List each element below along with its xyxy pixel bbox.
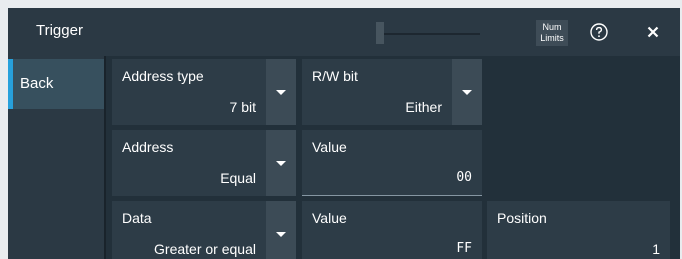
rw-bit-value: Either: [405, 99, 442, 115]
data-value-input[interactable]: Value FF: [302, 201, 482, 259]
address-value-text: 00: [456, 170, 472, 185]
position-value: 1: [652, 241, 660, 257]
address-type-value: 7 bit: [229, 99, 256, 115]
address-value-underline: [302, 195, 482, 196]
address-type-dropdown-button[interactable]: [266, 59, 296, 125]
address-type-field[interactable]: Address type 7 bit: [112, 59, 266, 125]
num-limits-button[interactable]: Num Limits: [536, 20, 568, 46]
address-field[interactable]: Address Equal: [112, 130, 266, 196]
sidebar-divider: [104, 56, 106, 259]
rw-bit-field[interactable]: R/W bit Either: [302, 59, 452, 125]
back-button-label: Back: [20, 75, 54, 92]
position-input[interactable]: Position 1: [487, 201, 670, 259]
dialog-header: Trigger Num Limits: [8, 8, 680, 56]
data-value-text: FF: [456, 241, 472, 256]
data-field[interactable]: Data Greater or equal: [112, 201, 266, 259]
address-dropdown-button[interactable]: [266, 130, 296, 196]
rw-bit-label: R/W bit: [312, 68, 358, 84]
data-dropdown-button[interactable]: [266, 201, 296, 259]
num-limits-line1: Num: [542, 22, 562, 32]
dialog-title: Trigger: [36, 22, 83, 39]
back-button[interactable]: Back: [8, 59, 104, 109]
data-label: Data: [122, 210, 152, 226]
data-value: Greater or equal: [154, 241, 256, 257]
scroll-slider-track[interactable]: [376, 33, 480, 35]
address-type-label: Address type: [122, 68, 204, 84]
help-icon[interactable]: [590, 23, 608, 41]
data-value-label: Value: [312, 210, 347, 226]
address-label: Address: [122, 139, 174, 155]
rw-bit-dropdown-button[interactable]: [452, 59, 482, 125]
position-label: Position: [497, 210, 547, 226]
sidebar: Back: [8, 56, 106, 259]
address-value: Equal: [220, 170, 256, 186]
address-value-label: Value: [312, 139, 347, 155]
close-icon[interactable]: [644, 23, 662, 41]
num-limits-line2: Limits: [540, 33, 564, 43]
trigger-dialog: Trigger Num Limits Back Address type 7 b…: [8, 8, 680, 259]
scroll-slider-thumb[interactable]: [376, 22, 384, 44]
address-value-input[interactable]: Value 00: [302, 130, 482, 196]
